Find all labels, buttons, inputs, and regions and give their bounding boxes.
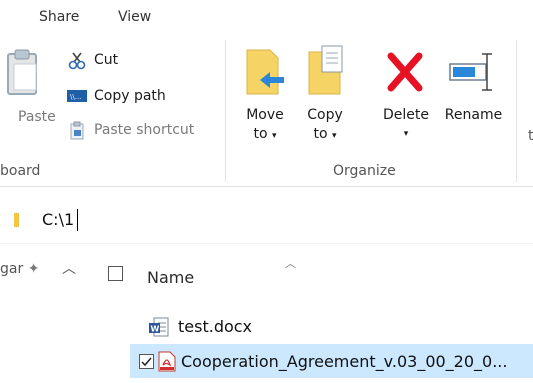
cut-button[interactable]: Cut [66,50,118,70]
checkmark-icon [141,357,152,367]
pdf-file-icon [158,351,176,376]
copy-path-button[interactable]: \\... Copy path [66,86,166,106]
paste-shortcut-label: Paste shortcut [94,122,195,138]
address-path[interactable]: C:\1 [42,210,74,229]
paste-button[interactable] [0,46,50,101]
move-to-label-2: to ▾ [253,126,277,142]
folder-icon [14,211,32,233]
column-header-name[interactable]: Name [147,268,194,287]
copy-to-icon [308,45,343,95]
move-to-button[interactable]: Move to ▾ [240,44,290,152]
copy-to-button[interactable]: Copy to ▾ [300,44,350,152]
text-caret [77,209,78,231]
group-separator [516,40,517,182]
file-name[interactable]: test.docx [178,317,252,336]
svg-text:W: W [151,325,160,334]
next-group-edge: t [528,128,533,144]
paste-shortcut-icon [66,120,88,140]
group-separator [225,40,226,182]
nav-item-label: gar [0,261,24,277]
organize-group-label: Organize [333,163,396,179]
rename-label: Rename [444,107,503,123]
select-all-checkbox[interactable] [108,266,123,281]
move-to-label-1: Move [246,107,284,123]
rename-icon [449,53,492,91]
delete-label: Delete [383,107,429,123]
tab-share[interactable]: Share [39,9,79,25]
chevron-up-icon[interactable]: ︿ [62,258,76,278]
pin-icon[interactable]: ✦ [28,261,40,277]
ribbon-divider [0,186,533,187]
delete-x-icon [387,52,423,92]
word-file-icon: W [149,317,169,341]
paste-label: Paste [18,109,56,125]
svg-text:\\...: \\... [70,93,81,101]
copy-to-label-2: to ▾ [313,126,337,142]
delete-button[interactable]: Delete ▾ [371,44,441,152]
cut-label: Cut [94,52,119,68]
copy-path-label: Copy path [94,88,166,104]
move-to-icon [246,49,284,95]
delete-dropdown-arrow[interactable]: ▾ [371,125,441,144]
rename-button[interactable]: Rename [440,44,515,152]
copy-to-label-1: Copy [307,107,343,123]
clipboard-group-label: board [0,163,41,179]
copy-path-icon: \\... [66,86,88,106]
sort-arrow-icon: ︿ [285,257,296,270]
clipboard-icon [7,49,37,95]
header-divider [0,243,533,244]
scissors-icon [66,50,88,70]
file-name[interactable]: Cooperation_Agreement_v.03_00_20_0... [181,352,507,371]
tab-view[interactable]: View [118,9,151,25]
row-checkbox[interactable] [139,354,154,369]
paste-shortcut-button[interactable]: Paste shortcut [66,120,194,140]
address-bar[interactable] [0,196,533,242]
nav-pane-item[interactable]: gar ✦ [0,261,39,277]
